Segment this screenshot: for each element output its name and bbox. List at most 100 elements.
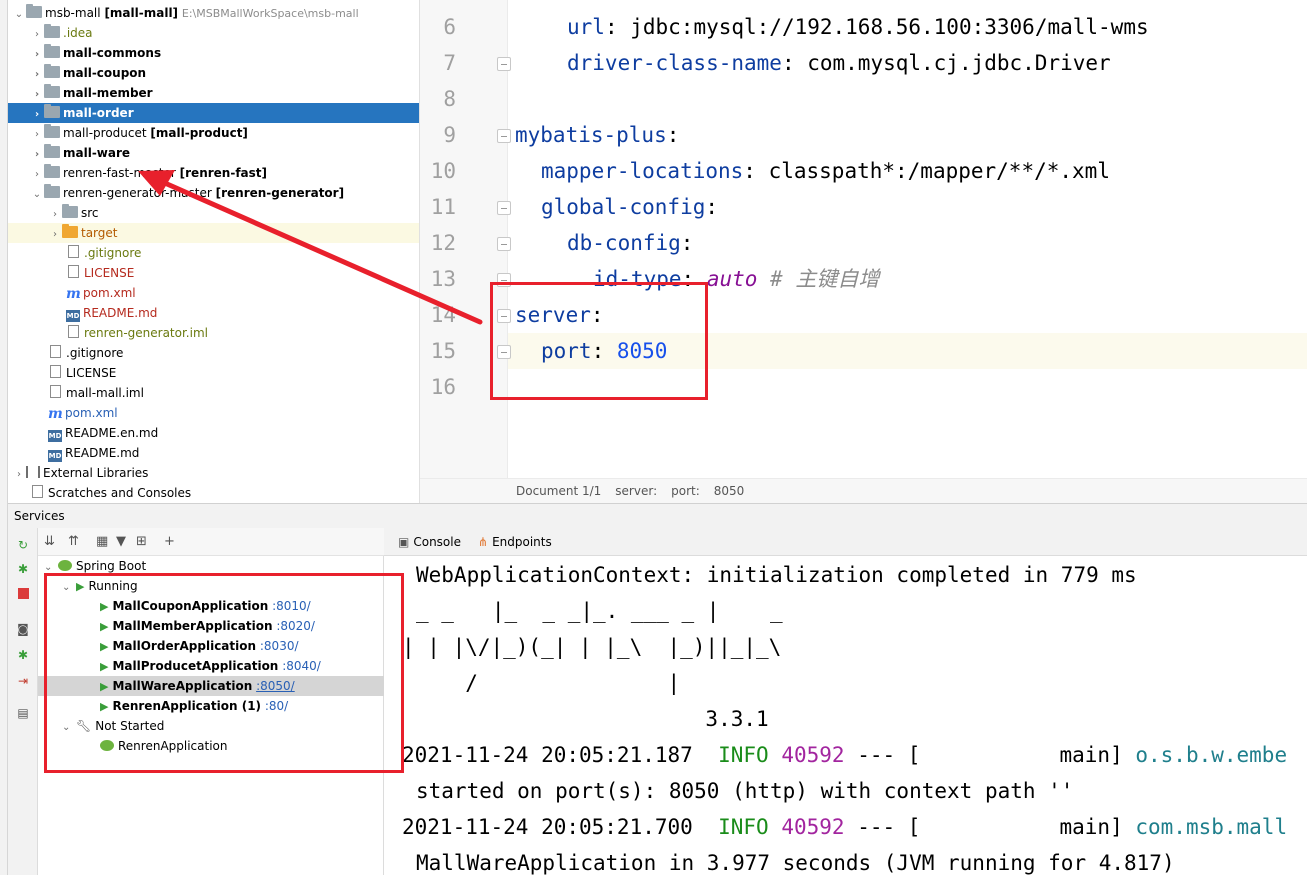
tab-endpoints[interactable]: ⋔ Endpoints bbox=[478, 528, 552, 556]
rerun-icon[interactable]: ↻ bbox=[16, 538, 30, 552]
chevron-right-icon[interactable]: › bbox=[30, 45, 44, 65]
folder-icon bbox=[44, 104, 60, 118]
tree-item-mall-coupon[interactable]: › mall-coupon bbox=[30, 63, 146, 83]
tree-item-renren-generator[interactable]: ⌄ renren-generator-master [renren-generat… bbox=[30, 183, 344, 203]
tree-item-mall-producet[interactable]: › mall-producet [mall-product] bbox=[30, 123, 248, 143]
tree-item-mall-order[interactable]: › mall-order bbox=[8, 103, 419, 123]
console-log-line: 2021-11-24 20:05:21.700 INFO 40592 --- [… bbox=[402, 815, 1288, 839]
debug-icon[interactable]: ✱ bbox=[16, 562, 30, 576]
yaml-key: mybatis-plus bbox=[515, 123, 667, 147]
tree-item-root-gitignore[interactable]: .gitignore bbox=[48, 343, 123, 363]
line-number: 12 bbox=[430, 231, 456, 255]
breadcrumb-item[interactable]: Document 1/1 bbox=[516, 484, 601, 498]
maven-icon: m bbox=[48, 406, 63, 422]
tree-item-external-libraries[interactable]: › External Libraries bbox=[12, 463, 148, 483]
camera-icon[interactable]: ◙ bbox=[16, 622, 30, 636]
tree-item-mall-ware[interactable]: › mall-ware bbox=[30, 143, 130, 163]
tree-item-root-readme[interactable]: MD README.md bbox=[48, 443, 139, 463]
code-line-10: mapper-locations: classpath*:/mapper/**/… bbox=[541, 159, 1110, 183]
chevron-right-icon[interactable]: › bbox=[30, 25, 44, 45]
code-line-12: db-config: bbox=[567, 231, 694, 255]
folder-icon bbox=[44, 184, 60, 198]
chevron-down-icon[interactable]: ⌄ bbox=[12, 5, 26, 25]
module-label: [renren-fast] bbox=[179, 166, 268, 180]
tree-item-readme-en[interactable]: MD README.en.md bbox=[48, 423, 158, 443]
breadcrumb-item[interactable]: port: bbox=[671, 484, 700, 498]
tree-label: mall-mall.iml bbox=[66, 386, 144, 400]
services-side-toolbar: ↻ ✱ ◙ ✱ ⇥ ▤ bbox=[8, 528, 38, 875]
chevron-right-icon[interactable]: › bbox=[12, 465, 26, 485]
console-line: / | bbox=[402, 671, 681, 695]
line-number: 13 bbox=[430, 267, 456, 291]
tree-item-readme[interactable]: MD README.md bbox=[66, 303, 157, 323]
console-output[interactable]: WebApplicationContext: initialization co… bbox=[384, 556, 1307, 875]
tree-item-license[interactable]: LICENSE bbox=[66, 263, 134, 283]
tree-item-gitignore[interactable]: .gitignore bbox=[66, 243, 141, 263]
folder-icon bbox=[44, 44, 60, 58]
tree-item-target[interactable]: › target bbox=[8, 223, 419, 243]
tree-root[interactable]: ⌄ msb-mall [mall-mall] E:\MSBMallWorkSpac… bbox=[12, 3, 359, 23]
library-icon bbox=[26, 466, 40, 478]
fold-icon[interactable] bbox=[497, 237, 511, 251]
left-tool-strip bbox=[0, 0, 8, 875]
tree-item-mall-member[interactable]: › mall-member bbox=[30, 83, 153, 103]
group-icon[interactable]: ▦ bbox=[96, 534, 108, 549]
chevron-right-icon[interactable]: › bbox=[48, 225, 62, 245]
chevron-right-icon[interactable]: › bbox=[30, 85, 44, 105]
chevron-right-icon[interactable]: › bbox=[30, 125, 44, 145]
tree-item-mall-mall-iml[interactable]: mall-mall.iml bbox=[48, 383, 144, 403]
tree-item-renren-fast[interactable]: › renren-fast-master [renren-fast] bbox=[30, 163, 267, 183]
console-line: _ _ |_ _ _|_. ___ _ | _ bbox=[416, 599, 783, 623]
tree-item-renren-generator-iml[interactable]: renren-generator.iml bbox=[66, 323, 208, 343]
tree-item-root-pom[interactable]: m pom.xml bbox=[48, 403, 118, 423]
layout-icon[interactable]: ▤ bbox=[16, 706, 30, 720]
tree-label: README.md bbox=[65, 446, 140, 460]
breadcrumb-item[interactable]: server: bbox=[615, 484, 657, 498]
tree-item-idea[interactable]: › .idea bbox=[30, 23, 93, 43]
file-icon bbox=[68, 325, 79, 338]
yaml-value: com.mysql.cj.jdbc.Driver bbox=[807, 51, 1111, 75]
tree-item-mall-commons[interactable]: › mall-commons bbox=[30, 43, 161, 63]
tree-item-src[interactable]: › src bbox=[48, 203, 99, 223]
fold-icon[interactable] bbox=[497, 201, 511, 215]
add-icon[interactable]: + bbox=[164, 534, 175, 549]
settings-icon[interactable]: ✱ bbox=[16, 648, 30, 662]
tree-label: .idea bbox=[63, 26, 93, 40]
line-number: 10 bbox=[430, 159, 456, 183]
exit-icon[interactable]: ⇥ bbox=[16, 674, 30, 688]
tree-item-root-license[interactable]: LICENSE bbox=[48, 363, 116, 383]
editor-breadcrumb: Document 1/1 server: port: 8050 bbox=[420, 478, 1307, 503]
spring-boot-icon bbox=[58, 560, 72, 571]
tree-label: LICENSE bbox=[66, 366, 117, 380]
tree-item-pom[interactable]: m pom.xml bbox=[66, 283, 136, 303]
tab-console[interactable]: ▣ Console bbox=[398, 528, 461, 556]
collapse-all-icon[interactable]: ⇈ bbox=[68, 534, 79, 549]
filter-icon[interactable]: ▼ bbox=[116, 534, 126, 549]
fold-icon[interactable] bbox=[497, 129, 511, 143]
line-number: 8 bbox=[443, 87, 456, 111]
yaml-value: auto bbox=[706, 267, 758, 291]
tree-item-scratches[interactable]: Scratches and Consoles bbox=[30, 483, 191, 503]
code-line-9: mybatis-plus: bbox=[515, 123, 680, 147]
tree-label: pom.xml bbox=[65, 406, 118, 420]
line-number: 14 bbox=[430, 303, 456, 327]
chevron-right-icon[interactable]: › bbox=[30, 65, 44, 85]
chevron-right-icon[interactable]: › bbox=[30, 145, 44, 165]
chevron-right-icon[interactable]: › bbox=[30, 165, 44, 185]
yaml-key: db-config bbox=[567, 231, 681, 255]
stop-icon[interactable] bbox=[16, 588, 30, 602]
chevron-down-icon[interactable]: ⌄ bbox=[30, 185, 44, 205]
chevron-right-icon[interactable]: › bbox=[48, 205, 62, 225]
breadcrumb-item[interactable]: 8050 bbox=[714, 484, 745, 498]
module-label: [mall-mall] bbox=[104, 6, 179, 20]
yaml-key: driver-class-name bbox=[567, 51, 782, 75]
markdown-icon: MD bbox=[48, 430, 62, 442]
code-editor[interactable]: 6 7 8 9 10 11 12 13 14 15 16 url: jdbc:m… bbox=[419, 0, 1307, 503]
fold-icon[interactable] bbox=[497, 57, 511, 71]
tree-label: renren-generator-master bbox=[63, 186, 212, 200]
expand-all-icon[interactable]: ⇊ bbox=[44, 534, 55, 549]
console-line: started on port(s): 8050 (http) with con… bbox=[416, 779, 1074, 803]
chevron-right-icon[interactable]: › bbox=[30, 105, 44, 125]
yaml-comment: # 主键自增 bbox=[770, 267, 880, 291]
new-tab-icon[interactable]: ⊞ bbox=[136, 534, 147, 549]
